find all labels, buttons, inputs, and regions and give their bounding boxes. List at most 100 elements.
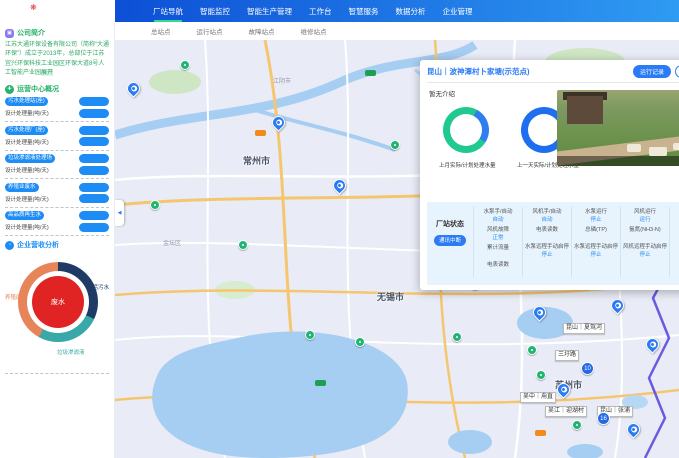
divider	[5, 150, 109, 151]
revenue-donut-center: 废水	[32, 276, 84, 328]
status-column: 水泵运行运行 化学需氧量 配电柜停止	[669, 207, 679, 277]
legend-domestic-sewage: 生活污水	[87, 283, 109, 291]
status-value: 运行	[672, 215, 679, 223]
map-station-label[interactable]: 昆山｜夏驾河	[563, 323, 605, 334]
status-column: 水泵手/自动自动 风机故障正常 累计流量 电表读数	[473, 207, 522, 277]
status-label: 电表读数	[525, 225, 569, 233]
status-value: 自动	[525, 215, 569, 223]
status-column: 风机手/自动自动 电表读数 水泵远程手动启停停止	[522, 207, 571, 277]
filter-all-stations[interactable]: 总站点	[151, 26, 171, 36]
map-station-label[interactable]: 三圩路	[555, 350, 579, 361]
station-green-marker[interactable]	[572, 420, 582, 430]
station-green-marker[interactable]	[180, 60, 190, 70]
road-badge-icon	[365, 70, 376, 76]
filter-fault-stations[interactable]: 故障站点	[249, 26, 275, 36]
status-label: 水泵远程手动启停	[525, 242, 569, 250]
status-label: 化学需氧量	[672, 225, 679, 233]
city-label-wuxi: 无锡市	[377, 290, 404, 303]
road-badge-icon	[535, 430, 546, 436]
cluster-marker[interactable]: 16	[597, 412, 610, 425]
company-icon: ▣	[5, 29, 14, 38]
status-value	[525, 233, 569, 240]
left-sidebar: ▣ 公司简介 江苏大通环保设备有限公司（简称“大通环保”）成立于2013年，总部…	[0, 22, 115, 458]
status-label: 水泵手/自动	[476, 207, 520, 215]
nav-item-smart-monitoring[interactable]: 智能监控	[200, 6, 230, 17]
nav-item-enterprise-mgmt[interactable]: 企业管理	[443, 6, 473, 17]
status-label: 风机运行	[623, 207, 667, 215]
run-record-button[interactable]: 运行记录	[633, 65, 671, 78]
stat-value-pill	[79, 154, 109, 163]
status-label: 水泵运行	[574, 207, 618, 215]
logo-area: ❋	[0, 0, 115, 22]
filter-running-stations[interactable]: 运行站点	[197, 26, 223, 36]
stat-value-pill	[79, 166, 109, 175]
station-popup: 昆山｜波神潭村卜家塘(示范点) 运行记录 工艺流程 暂无介绍 上月实际/计划处理…	[420, 60, 679, 290]
status-value: 停止	[672, 250, 679, 258]
stat-value-pill	[79, 126, 109, 135]
station-photo	[557, 90, 679, 166]
status-value	[476, 268, 520, 275]
nav-item-smart-production[interactable]: 智能生产管理	[247, 6, 292, 17]
process-flow-button[interactable]: 工艺流程	[675, 65, 679, 78]
status-value: 停止	[574, 250, 618, 258]
status-label: 配电柜	[672, 242, 679, 250]
stat-value-pill	[79, 109, 109, 118]
town-label: 金坛区	[163, 238, 181, 247]
stat-sublabel: 设计处理量(吨/天)	[5, 109, 49, 117]
city-label-changzhou: 常州市	[243, 154, 270, 167]
road-badge-icon	[255, 130, 266, 136]
main-nav: 厂站导航 智能监控 智能生产管理 工作台 智慧服务 数据分析 企业管理	[115, 0, 679, 22]
status-label: 总磷(TP)	[574, 225, 618, 233]
divider	[5, 207, 109, 208]
expand-link[interactable]: 展开	[41, 70, 53, 76]
legend-aquaculture: 养殖废水	[5, 293, 27, 301]
station-green-marker[interactable]	[355, 337, 365, 347]
divider	[5, 121, 109, 122]
station-green-marker[interactable]	[527, 345, 537, 355]
stat-value-pill	[79, 211, 109, 220]
nav-item-station-navigation[interactable]: 厂站导航	[153, 6, 183, 17]
status-label: 电表读数	[476, 260, 520, 268]
station-status-label: 厂站状态	[427, 219, 473, 229]
status-label: 氨氮(NH3-N)	[623, 225, 667, 233]
gauge-month-water: 上月实际/计划处理水量	[439, 107, 493, 169]
map-station-label[interactable]: 吴江｜迎湖村	[545, 406, 587, 417]
status-label: 风机手/自动	[525, 207, 569, 215]
nav-item-data-analysis[interactable]: 数据分析	[396, 6, 426, 17]
stat-value-pill	[79, 183, 109, 192]
status-value: 正常	[476, 233, 520, 241]
status-value: 停止	[525, 250, 569, 258]
comm-interrupted-badge[interactable]: 通讯中断	[434, 235, 466, 246]
station-status-panel: 厂站状态 通讯中断 水泵手/自动自动 风机故障正常 累计流量 电表读数 风机手/…	[427, 202, 679, 285]
company-intro-text: 江苏大通环保设备有限公司（简称“大通环保”）成立于2013年，总部位于江苏宜兴环…	[5, 41, 109, 78]
road-badge-icon	[315, 380, 326, 386]
stat-label-leachate: 垃圾渗滤液处理场	[5, 154, 55, 163]
station-green-marker[interactable]	[238, 240, 248, 250]
station-green-marker[interactable]	[452, 332, 462, 342]
map-station-label[interactable]: 吴中｜甪直	[520, 392, 556, 403]
cluster-marker[interactable]: 10	[581, 362, 594, 375]
divider	[5, 178, 109, 179]
stat-label-sewage-plant: 污水处理厂(座)	[5, 126, 48, 135]
status-value	[672, 233, 679, 240]
filter-maintenance-stations[interactable]: 维修站点	[301, 26, 327, 36]
stat-sublabel: 设计处理量(吨/天)	[5, 138, 49, 146]
station-green-marker[interactable]	[305, 330, 315, 340]
station-green-marker[interactable]	[150, 200, 160, 210]
gauge-ring	[443, 107, 489, 153]
station-green-marker[interactable]	[536, 370, 546, 380]
logo-icon: ❋	[30, 4, 37, 12]
legend-leachate: 垃圾渗滤液	[57, 348, 85, 356]
status-label: 累计流量	[476, 243, 520, 251]
divider	[5, 235, 109, 236]
nav-item-smart-service[interactable]: 智慧服务	[349, 6, 379, 17]
company-intro: 江苏大通环保设备有限公司（简称“大通环保”）成立于2013年，总部位于江苏宜兴环…	[5, 42, 109, 76]
stat-value-pill	[79, 223, 109, 232]
map-canvas[interactable]: 常州市 无锡市 苏州市 江阴市 张家港市 常熟市 太仓市 昆山市 金坛区	[115, 40, 679, 458]
nav-item-workbench[interactable]: 工作台	[309, 6, 332, 17]
station-filter-bar: 总站点 运行站点 故障站点 维修站点	[115, 22, 679, 40]
station-green-marker[interactable]	[390, 140, 400, 150]
company-section-title: 公司简介	[17, 28, 45, 38]
collapse-sidebar-icon[interactable]: ◀	[115, 200, 124, 226]
ops-center-icon: ✚	[5, 85, 14, 94]
